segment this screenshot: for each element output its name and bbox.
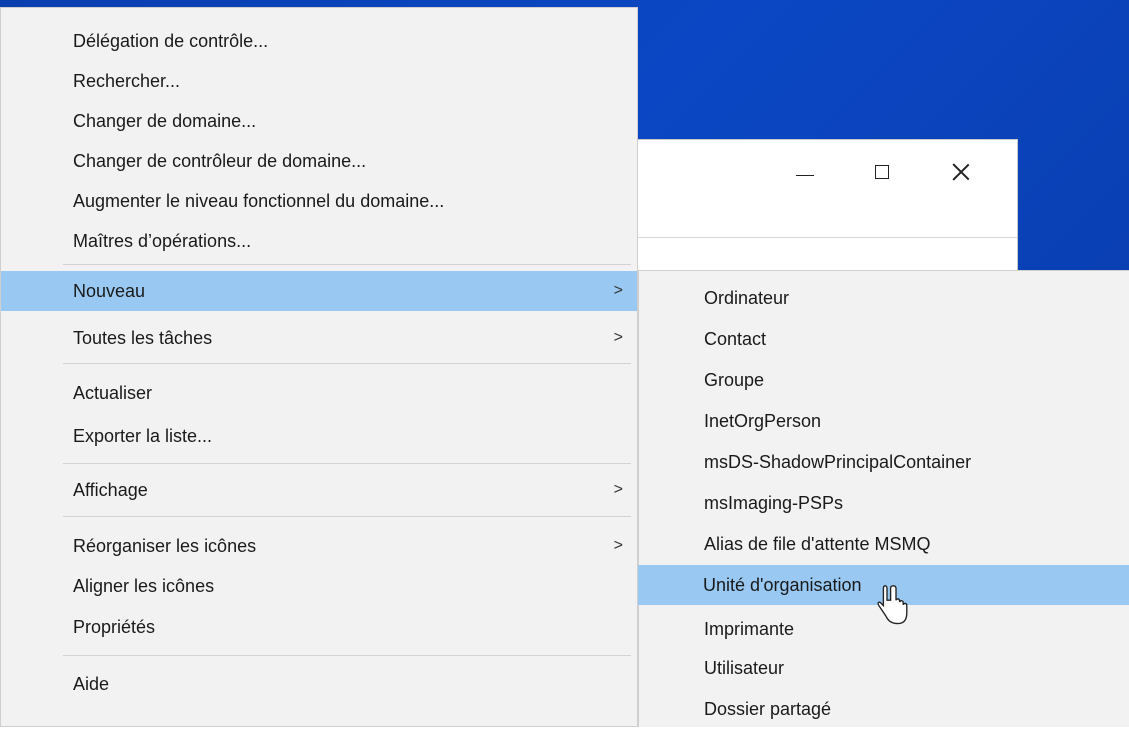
menu-item-exporter-liste[interactable]: Exporter la liste... bbox=[1, 416, 637, 456]
menu-item-affichage[interactable]: Affichage > bbox=[1, 470, 637, 510]
minimize-icon bbox=[796, 174, 814, 176]
menu-item-proprietes[interactable]: Propriétés bbox=[1, 607, 637, 647]
menu-separator bbox=[63, 463, 631, 464]
menu-item-toutes-taches[interactable]: Toutes les tâches > bbox=[1, 318, 637, 358]
menu-item-actualiser[interactable]: Actualiser bbox=[1, 373, 637, 413]
submenu-nouveau: Ordinateur Contact Groupe InetOrgPerson … bbox=[638, 270, 1129, 727]
menu-item-nouveau[interactable]: Nouveau > bbox=[1, 271, 637, 311]
submenu-item-alias-msmq[interactable]: Alias de file d'attente MSMQ bbox=[639, 524, 1129, 564]
submenu-item-groupe[interactable]: Groupe bbox=[639, 360, 1129, 400]
chevron-right-icon: > bbox=[613, 329, 623, 346]
submenu-item-dossier-partage[interactable]: Dossier partagé bbox=[639, 689, 1129, 729]
menu-item-augmenter-niveau[interactable]: Augmenter le niveau fonctionnel du domai… bbox=[1, 181, 637, 221]
chevron-right-icon: > bbox=[613, 481, 623, 498]
submenu-item-msimaging[interactable]: msImaging-PSPs bbox=[639, 483, 1129, 523]
close-icon bbox=[952, 163, 970, 181]
menu-item-reorganiser-icones[interactable]: Réorganiser les icônes > bbox=[1, 526, 637, 566]
menu-item-changer-domaine[interactable]: Changer de domaine... bbox=[1, 101, 637, 141]
menu-item-changer-controleur[interactable]: Changer de contrôleur de domaine... bbox=[1, 141, 637, 181]
menu-separator bbox=[63, 264, 631, 265]
close-button[interactable] bbox=[938, 154, 984, 190]
menu-separator bbox=[63, 655, 631, 656]
menu-item-maitres-operations[interactable]: Maîtres d’opérations... bbox=[1, 221, 637, 261]
mouse-pointer-icon bbox=[877, 585, 908, 625]
submenu-item-utilisateur[interactable]: Utilisateur bbox=[639, 648, 1129, 688]
menu-item-delegation[interactable]: Délégation de contrôle... bbox=[1, 21, 637, 61]
maximize-button[interactable] bbox=[859, 154, 905, 190]
maximize-icon bbox=[875, 165, 889, 179]
context-menu: Délégation de contrôle... Rechercher... … bbox=[0, 7, 638, 727]
menu-separator bbox=[63, 363, 631, 364]
chevron-right-icon: > bbox=[613, 282, 623, 299]
menu-separator bbox=[63, 516, 631, 517]
submenu-item-ordinateur[interactable]: Ordinateur bbox=[639, 278, 1129, 318]
menu-item-aide[interactable]: Aide bbox=[1, 664, 637, 704]
minimize-button[interactable] bbox=[782, 154, 828, 190]
submenu-item-msds-shadow[interactable]: msDS-ShadowPrincipalContainer bbox=[639, 442, 1129, 482]
menu-item-rechercher[interactable]: Rechercher... bbox=[1, 61, 637, 101]
menu-item-aligner-icones[interactable]: Aligner les icônes bbox=[1, 566, 637, 606]
submenu-item-contact[interactable]: Contact bbox=[639, 319, 1129, 359]
chevron-right-icon: > bbox=[613, 537, 623, 554]
submenu-item-inetorgperson[interactable]: InetOrgPerson bbox=[639, 401, 1129, 441]
